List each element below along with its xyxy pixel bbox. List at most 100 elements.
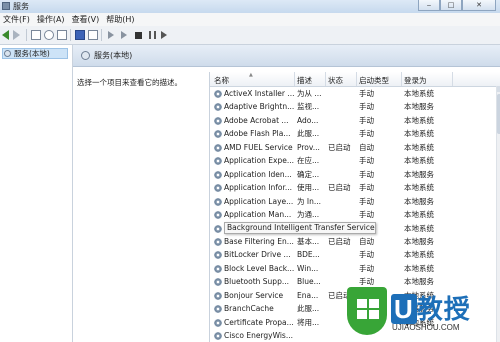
forward-arrow-icon xyxy=(13,30,20,40)
gear-icon xyxy=(214,305,222,314)
gear-icon xyxy=(214,197,222,206)
forward-button[interactable] xyxy=(13,30,23,40)
tree-item-services-local[interactable]: 服务(本地) xyxy=(2,48,68,59)
column-logon-as[interactable]: 登录为 xyxy=(404,75,427,86)
description-text: 选择一个项目来查看它的描述。 xyxy=(77,78,182,87)
column-divider[interactable] xyxy=(401,72,402,86)
service-startup-cell: 手动 xyxy=(359,156,374,166)
table-row[interactable]: Adaptive Brightn... 监视... 手动 本地服务 xyxy=(210,100,495,113)
table-row[interactable]: Application Expe... 在应... 手动 本地系统 xyxy=(210,154,495,167)
column-description[interactable]: 描述 xyxy=(297,75,312,86)
toolbar-separator xyxy=(101,29,102,41)
menu-view[interactable]: 查看(V) xyxy=(69,14,104,25)
service-logon-cell: 本地系统 xyxy=(404,263,434,273)
menu-file[interactable]: 文件(F) xyxy=(0,14,34,25)
service-description-cell: 使用... xyxy=(297,183,320,193)
service-logon-cell: 本地系统 xyxy=(404,183,434,193)
maximize-button[interactable]: □ xyxy=(440,0,462,11)
show-hide-console-tree-icon[interactable] xyxy=(31,30,41,40)
table-row[interactable]: ActiveX Installer ... 为从 ... 手动 本地系统 xyxy=(210,87,495,100)
service-name-cell: Bonjour Service xyxy=(224,290,284,300)
windows-flag-icon xyxy=(357,299,379,319)
back-button[interactable] xyxy=(2,30,12,40)
service-startup-cell: 手动 xyxy=(359,183,374,193)
watermark-word: 教授 xyxy=(416,294,471,324)
table-row[interactable]: Application Laye... 为 In... 手动 本地服务 xyxy=(210,195,495,208)
table-row[interactable]: Application Iden... 确定... 手动 本地服务 xyxy=(210,168,495,181)
service-logon-cell: 本地服务 xyxy=(404,102,434,112)
service-description-cell: 为通... xyxy=(297,210,320,220)
table-row[interactable]: Application Infor... 使用... 已启动 手动 本地系统 xyxy=(210,181,495,194)
pane-header: 服务(本地) xyxy=(73,45,500,67)
gear-icon xyxy=(214,143,222,152)
service-name-cell: Application Expe... xyxy=(224,156,294,166)
service-name-cell: BranchCache xyxy=(224,304,274,314)
menu-action[interactable]: 操作(A) xyxy=(34,14,69,25)
service-startup-cell: 手动 xyxy=(359,263,374,273)
gear-icon xyxy=(214,157,222,166)
service-description-cell: Prov... xyxy=(297,142,320,152)
column-divider[interactable] xyxy=(294,72,295,86)
column-name[interactable]: 名称 xyxy=(214,75,229,86)
gear-icon xyxy=(214,318,222,327)
column-divider[interactable] xyxy=(356,72,357,86)
service-name-cell: Certificate Propa... xyxy=(224,317,294,327)
service-name-cell: Adobe Flash Pla... xyxy=(224,129,291,139)
service-startup-cell: 手动 xyxy=(359,89,374,98)
service-name-cell: Cisco EnergyWis... xyxy=(224,331,293,341)
service-description-cell: Win... xyxy=(297,263,319,273)
service-logon-cell: 本地系统 xyxy=(404,142,434,152)
column-status[interactable]: 状态 xyxy=(328,75,343,86)
service-name-cell: Adaptive Brightn... xyxy=(224,102,294,112)
column-divider[interactable] xyxy=(325,72,326,86)
service-name-cell: AMD FUEL Service xyxy=(224,142,293,152)
service-logon-cell: 本地服务 xyxy=(404,169,434,179)
play-icon xyxy=(108,31,114,39)
service-startup-cell: 手动 xyxy=(359,169,374,179)
close-button[interactable]: ✕ xyxy=(462,0,496,11)
column-startup-type[interactable]: 启动类型 xyxy=(359,75,389,86)
pane-title: 服务(本地) xyxy=(94,51,133,60)
service-startup-cell: 手动 xyxy=(359,210,374,220)
column-divider[interactable] xyxy=(452,72,453,86)
table-row[interactable]: Adobe Acrobat ... Ado... 手动 本地系统 xyxy=(210,114,495,127)
table-row[interactable]: BitLocker Drive ... BDE... 手动 本地系统 xyxy=(210,248,495,261)
service-description-cell: 监视... xyxy=(297,102,320,112)
service-logon-cell: 本地系统 xyxy=(404,129,434,139)
table-row[interactable]: Base Filtering En... 基本... 已启动 自动 本地服务 xyxy=(210,235,495,248)
gear-icon xyxy=(81,51,90,60)
service-logon-cell: 本地服务 xyxy=(404,196,434,206)
pause-service-button[interactable] xyxy=(149,31,156,39)
service-description-cell: 在应... xyxy=(297,156,320,166)
properties-icon[interactable] xyxy=(88,30,98,40)
help-icon[interactable] xyxy=(75,30,85,40)
table-row[interactable]: Adobe Flash Pla... 此服... 手动 本地系统 xyxy=(210,127,495,140)
table-row[interactable]: Application Man... 为通... 手动 本地系统 xyxy=(210,208,495,221)
start-service-button[interactable] xyxy=(108,31,118,41)
service-logon-cell: 本地服务 xyxy=(404,236,434,246)
service-description-cell: 将用... xyxy=(297,317,320,327)
watermark-logo: U 教授 UJIAOSHOU.COM xyxy=(345,285,500,342)
stop-service-button[interactable] xyxy=(135,32,142,39)
back-arrow-icon xyxy=(2,30,9,40)
service-startup-cell: 自动 xyxy=(359,142,374,152)
service-description-cell: BDE... xyxy=(297,250,320,260)
service-description-cell: 为 In... xyxy=(297,196,322,206)
service-startup-cell: 手动 xyxy=(359,196,374,206)
gear-icon xyxy=(214,211,222,220)
service-name-cell: ActiveX Installer ... xyxy=(224,89,294,98)
table-row[interactable]: Block Level Back... Win... 手动 本地系统 xyxy=(210,262,495,275)
table-row[interactable]: Background Intelli...手动本地系统Background In… xyxy=(210,221,495,235)
tree-item-label: 服务(本地) xyxy=(14,49,50,58)
service-description-cell: Ado... xyxy=(297,115,319,125)
table-row[interactable]: AMD FUEL Service Prov... 已启动 自动 本地系统 xyxy=(210,141,495,154)
minimize-button[interactable]: ‒ xyxy=(418,0,440,11)
service-name-cell: Base Filtering En... xyxy=(224,236,294,246)
export-list-icon[interactable] xyxy=(57,30,67,40)
service-name-cell: Bluetooth Supp... xyxy=(224,277,289,287)
restart-service-button[interactable] xyxy=(161,31,171,41)
service-description-cell: 基本... xyxy=(297,236,320,246)
start-service-alt-button[interactable] xyxy=(121,31,131,41)
refresh-icon[interactable] xyxy=(44,30,54,40)
menu-help[interactable]: 帮助(H) xyxy=(103,14,138,25)
